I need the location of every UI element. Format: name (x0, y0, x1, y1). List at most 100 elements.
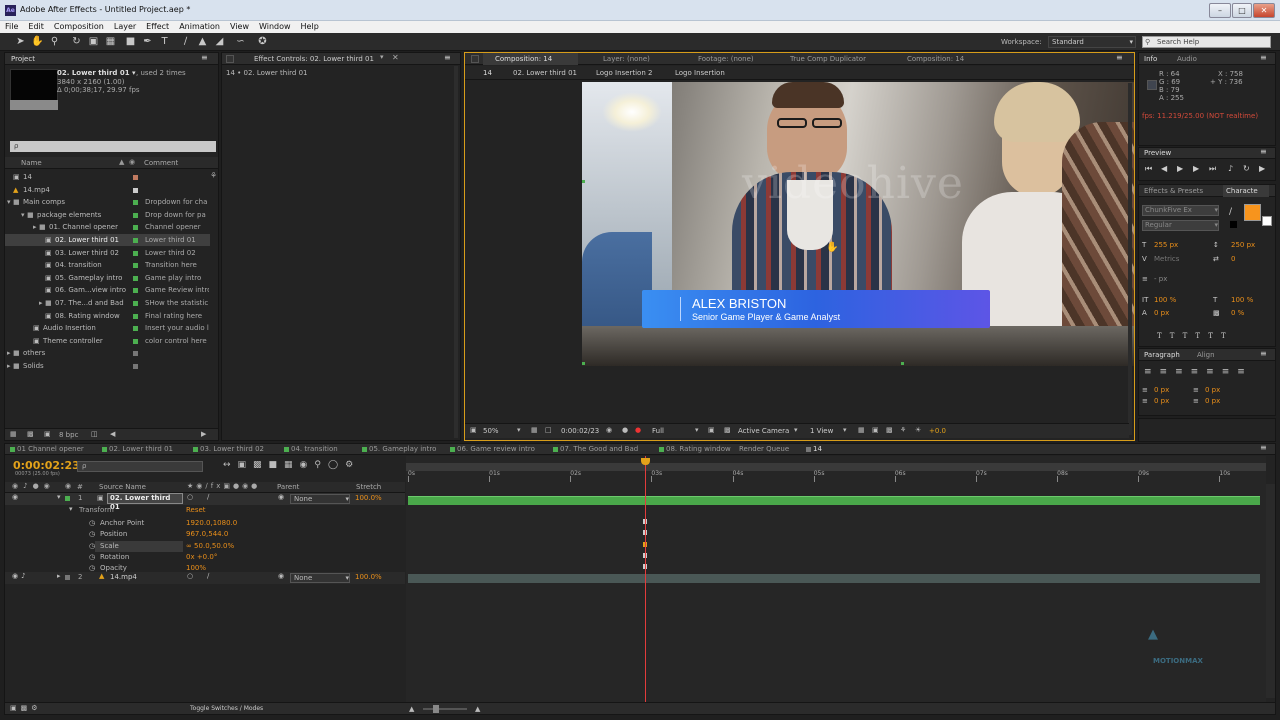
label-color[interactable] (133, 288, 138, 294)
layer-name[interactable]: 02. Lower third 01 (107, 493, 183, 511)
crumb-lower-third[interactable]: 02. Lower third 01 (513, 69, 577, 77)
label-color[interactable] (133, 238, 138, 243)
panel-menu-icon[interactable]: ≡ (1260, 349, 1267, 358)
flowchart-icon[interactable]: ⚘ (210, 171, 217, 180)
baseline-shift-value[interactable]: 0 px (1154, 309, 1169, 317)
project-item[interactable]: ▣ 08. Rating window Final rating here (5, 310, 210, 322)
first-frame-icon[interactable]: ⏮ (1145, 164, 1152, 174)
transform-property[interactable]: ◷ Position 967.0,544.0 (5, 529, 405, 540)
scroll-right-icon[interactable]: ▶ (201, 430, 206, 438)
tab-true-comp-duplicator[interactable]: True Comp Duplicator (790, 53, 866, 65)
menu-composition[interactable]: Composition (49, 21, 109, 31)
lock-icon[interactable] (226, 55, 234, 63)
quality-icon[interactable]: ∕ (207, 493, 209, 501)
expand-icon[interactable]: ▾ (7, 196, 11, 208)
dropdown-icon[interactable]: ▾ (517, 426, 521, 434)
timeline-tab[interactable]: 05. Gameplay intro (369, 443, 436, 455)
menu-file[interactable]: File (0, 21, 23, 31)
indent-right-value[interactable]: 0 px (1205, 386, 1220, 394)
show-snapshot-icon[interactable]: ● (622, 426, 628, 434)
project-item[interactable]: ▣ 14 (5, 171, 210, 183)
layer-row-2[interactable]: ◉♪ ▸ 2 ▲ 14.mp4 ○ ∕ ◉ None ▾ 100.0% (5, 572, 405, 584)
timeline-tab[interactable]: Render Queue (739, 443, 789, 455)
panel-menu-icon[interactable]: ≡ (1260, 443, 1267, 452)
expand-icon[interactable]: ▸ (7, 347, 11, 359)
loop-icon[interactable]: ↻ (1243, 164, 1250, 173)
workspace-select[interactable]: Standard ▾ (1048, 36, 1136, 48)
panel-menu-icon[interactable]: ≡ (1116, 53, 1123, 62)
project-item[interactable]: ▣ Theme controller color control here (5, 335, 210, 347)
transform-property[interactable]: ◷ Anchor Point 1920.0,1080.0 (5, 518, 405, 529)
viewer-scrollbar[interactable] (1128, 83, 1132, 435)
menu-edit[interactable]: Edit (23, 21, 49, 31)
stroke-color-swatch[interactable] (1262, 216, 1272, 226)
timeline-icon[interactable]: ▩ (886, 426, 893, 434)
tab-effects-presets[interactable]: Effects & Presets (1144, 185, 1203, 197)
label-color[interactable] (133, 338, 138, 344)
label-color[interactable] (133, 200, 138, 206)
timeline-tab[interactable]: 08. Rating window (666, 443, 731, 455)
close-button[interactable]: ✕ (1253, 3, 1275, 18)
pan-behind-tool-icon[interactable]: ▦ (104, 35, 117, 48)
tab-preview[interactable]: Preview (1144, 147, 1171, 159)
tab-project[interactable]: Project (11, 53, 35, 65)
property-value[interactable]: 967.0,544.0 (186, 529, 228, 540)
tab-composition-14b[interactable]: Composition: 14 (907, 53, 964, 65)
space-before-value[interactable]: 0 px (1154, 397, 1169, 405)
timeline-tab[interactable]: 06. Game review intro (457, 443, 535, 455)
toggle-pixel-aspect-icon[interactable]: ▦ (858, 426, 865, 434)
always-preview-icon[interactable]: ▣ (470, 426, 477, 434)
label-color[interactable] (133, 301, 138, 306)
stroke-width-value[interactable]: - px (1154, 275, 1167, 283)
timeline-tab[interactable]: 02. Lower third 01 (109, 443, 173, 455)
exposure-value[interactable]: +0.0 (929, 427, 946, 435)
interpret-footage-icon[interactable]: ▦ (10, 430, 17, 438)
fill-color-swatch[interactable] (1244, 204, 1261, 221)
zoom-in-icon[interactable]: ▲ (475, 705, 480, 713)
timeline-tab[interactable]: 07. The Good and Bad (560, 443, 638, 455)
project-item[interactable]: ▸ ■ 07. The...d and Bad SHow the statistic (5, 297, 210, 309)
tab-paragraph[interactable]: Paragraph (1144, 349, 1180, 361)
alignment-buttons[interactable]: ≡≡≡≡≡≡≡ (1144, 367, 1253, 377)
panel-menu-icon[interactable]: ≡ (201, 53, 208, 62)
project-item[interactable]: ▣ 05. Gameplay intro Game play intro (5, 272, 210, 284)
playhead-handle[interactable] (640, 458, 650, 465)
stopwatch-icon[interactable]: ◷ (89, 529, 95, 540)
av-switches[interactable]: ◉♪ (12, 572, 29, 580)
eraser-tool-icon[interactable]: ◢ (213, 35, 226, 48)
quality-icon[interactable]: ∕ (207, 572, 209, 580)
lock-icon[interactable] (471, 55, 479, 63)
shy-icon[interactable]: ○ (187, 493, 193, 501)
stopwatch-icon[interactable]: ◷ (89, 518, 95, 529)
layer-bar-2[interactable] (408, 574, 1260, 583)
indent-left-value[interactable]: 0 px (1154, 386, 1169, 394)
sort-icon[interactable]: ▲ (119, 158, 124, 166)
trash-icon[interactable]: ◫ (91, 430, 98, 438)
expand-icon[interactable]: ▸ (39, 297, 43, 309)
tab-align[interactable]: Align (1197, 349, 1215, 361)
tab-info[interactable]: Info (1144, 53, 1157, 65)
layer-row-1[interactable]: ◉ ▾ 1 ▣ 02. Lower third 01 ○ ∕ ◉ None ▾ 1… (5, 493, 405, 511)
panel-menu-icon[interactable]: ≡ (1260, 53, 1267, 62)
label-color[interactable] (133, 175, 138, 180)
vertical-scale-value[interactable]: 100 % (1154, 296, 1176, 304)
panel-menu-icon[interactable]: ≡ (1260, 147, 1267, 156)
label-color[interactable] (65, 575, 70, 580)
clone-stamp-tool-icon[interactable]: ▲ (196, 35, 209, 48)
layer-name[interactable]: 14.mp4 (110, 573, 137, 581)
resolution-select[interactable]: Full (652, 427, 664, 435)
text-style-buttons[interactable]: TTTTTT (1157, 332, 1234, 340)
kerning-value[interactable]: Metrics (1154, 255, 1179, 263)
zoom-slider-thumb[interactable] (433, 705, 439, 713)
panel-menu-icon[interactable]: ≡ (444, 53, 451, 62)
project-item[interactable]: ▾ ■ package elements Drop down for pa (5, 209, 210, 221)
menu-help[interactable]: Help (296, 21, 324, 31)
transform-reset[interactable]: Reset (186, 506, 206, 514)
timeline-tab[interactable]: 04. transition (291, 443, 338, 455)
timeline-switches[interactable]: ↔▣▩■▦◉⚲◯⚙ (223, 460, 360, 470)
property-value[interactable]: ∞ 50.0,50.0% (186, 541, 234, 552)
layer-bar-1[interactable] (408, 496, 1260, 505)
current-time[interactable]: 0:00:02/23 (561, 427, 599, 435)
rotate-tool-icon[interactable]: ↻ (70, 35, 83, 48)
next-frame-icon[interactable]: ▶ (1193, 164, 1199, 173)
